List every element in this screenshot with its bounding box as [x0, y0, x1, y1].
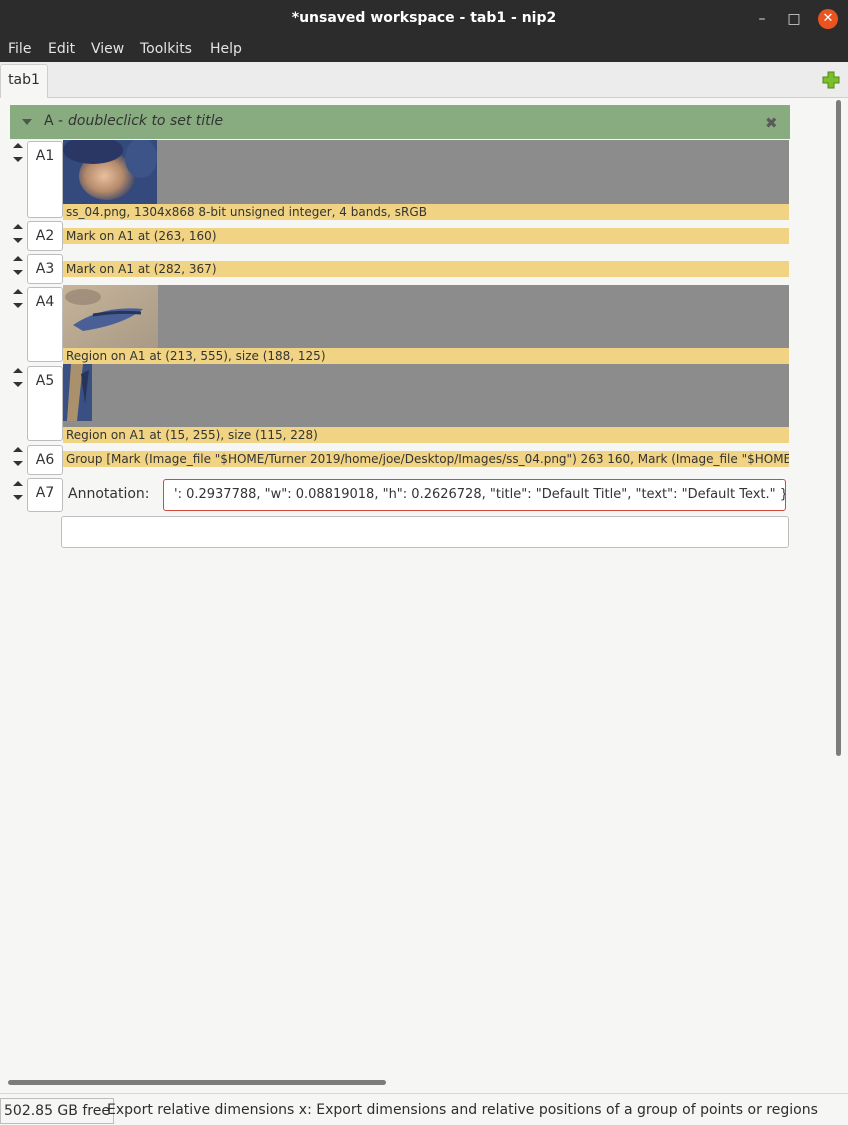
tab-bar: tab1 — [0, 62, 848, 98]
free-space-indicator: 502.85 GB free — [0, 1098, 114, 1124]
formula-input[interactable] — [61, 516, 789, 548]
row-button-A5[interactable]: A5 — [27, 366, 63, 441]
menu-view[interactable]: View — [91, 41, 124, 57]
move-down-icon[interactable] — [13, 270, 23, 275]
row-button-A2[interactable]: A2 — [27, 221, 63, 251]
annotation-input[interactable]: ': 0.2937788, "w": 0.08819018, "h": 0.26… — [163, 479, 786, 511]
move-down-icon[interactable] — [13, 303, 23, 308]
tab-tab1[interactable]: tab1 — [0, 64, 48, 98]
row-updown-A7[interactable] — [12, 481, 24, 501]
move-down-icon[interactable] — [13, 461, 23, 466]
move-up-icon[interactable] — [13, 481, 23, 486]
row-button-A1[interactable]: A1 — [27, 141, 63, 218]
menu-edit[interactable]: Edit — [48, 41, 75, 57]
row-label-A5: Region on A1 at (15, 255), size (115, 22… — [63, 427, 789, 443]
move-down-icon[interactable] — [13, 157, 23, 162]
image-view-A4[interactable] — [63, 285, 789, 349]
row-label-A1: ss_04.png, 1304x868 8-bit unsigned integ… — [63, 204, 789, 220]
add-tab-icon[interactable] — [822, 71, 840, 89]
menu-bar: File Edit View Toolkits Help — [0, 38, 848, 62]
vertical-scrollbar[interactable] — [836, 100, 841, 756]
row-button-A6[interactable]: A6 — [27, 445, 63, 475]
image-view-A5[interactable] — [63, 364, 789, 428]
collapse-arrow-icon[interactable] — [22, 119, 32, 125]
row-button-A4[interactable]: A4 — [27, 287, 63, 362]
row-updown-A4[interactable] — [12, 289, 24, 309]
move-up-icon[interactable] — [13, 289, 23, 294]
image-thumbnail-A4[interactable] — [63, 285, 158, 348]
menu-toolkits[interactable]: Toolkits — [140, 41, 192, 57]
maximize-button[interactable]: □ — [784, 9, 804, 29]
row-label-A3: Mark on A1 at (282, 367) — [63, 261, 789, 277]
move-down-icon[interactable] — [13, 238, 23, 243]
row-label-A6: Group [Mark (Image_file "$HOME/Turner 20… — [63, 451, 789, 467]
menu-file[interactable]: File — [8, 41, 31, 57]
move-up-icon[interactable] — [13, 224, 23, 229]
image-thumbnail-A5[interactable] — [63, 364, 92, 421]
annotation-label: Annotation: — [68, 486, 150, 502]
move-up-icon[interactable] — [13, 256, 23, 261]
column-title-hint[interactable]: doubleclick to set title — [68, 113, 223, 129]
column-name: A - — [44, 113, 64, 129]
minimize-button[interactable]: – — [752, 9, 772, 29]
move-down-icon[interactable] — [13, 495, 23, 500]
close-window-button[interactable]: ✕ — [818, 9, 838, 29]
workspace — [6, 98, 834, 1078]
horizontal-scrollbar[interactable] — [8, 1080, 386, 1085]
row-button-A3[interactable]: A3 — [27, 254, 63, 284]
menu-help[interactable]: Help — [210, 41, 242, 57]
row-label-A4: Region on A1 at (213, 555), size (188, 1… — [63, 348, 789, 364]
move-up-icon[interactable] — [13, 447, 23, 452]
move-up-icon[interactable] — [13, 368, 23, 373]
move-down-icon[interactable] — [13, 382, 23, 387]
status-bar: 502.85 GB free Export relative dimension… — [0, 1093, 848, 1125]
image-thumbnail-A1[interactable] — [63, 140, 157, 204]
image-view-A1[interactable] — [63, 140, 789, 204]
row-updown-A6[interactable] — [12, 447, 24, 467]
close-column-icon[interactable]: ✖ — [765, 114, 778, 132]
row-label-A2: Mark on A1 at (263, 160) — [63, 228, 789, 244]
move-up-icon[interactable] — [13, 143, 23, 148]
window-title: *unsaved workspace - tab1 - nip2 — [291, 10, 557, 26]
row-updown-A3[interactable] — [12, 256, 24, 276]
row-updown-A2[interactable] — [12, 224, 24, 244]
title-bar: *unsaved workspace - tab1 - nip2 – □ ✕ — [0, 0, 848, 38]
column-header[interactable]: A - doubleclick to set title ✖ — [10, 105, 790, 139]
row-button-A7[interactable]: A7 — [27, 478, 63, 512]
row-updown-A5[interactable] — [12, 368, 24, 388]
status-message: Export relative dimensions x: Export dim… — [107, 1102, 818, 1118]
row-updown-A1[interactable] — [12, 143, 24, 163]
